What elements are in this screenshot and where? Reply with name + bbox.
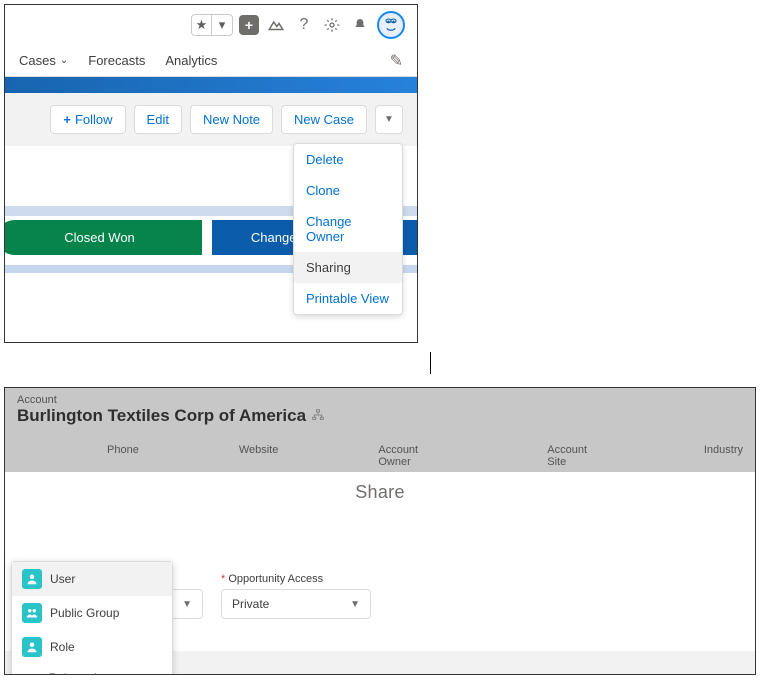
menu-sharing[interactable]: Sharing [294, 252, 402, 283]
object-nav: Cases ⌄ Forecasts Analytics ✎ [5, 45, 417, 77]
object-type-label: Account [17, 394, 743, 406]
share-form: User Public Group Role Role and Subordin… [5, 573, 755, 629]
screenshot-share-modal: Account Burlington Textiles Corp of Amer… [4, 387, 756, 675]
record-name-text: Burlington Textiles Corp of America [17, 406, 306, 426]
record-actions: Follow Edit New Note New Case ▼ Delete C… [5, 93, 417, 146]
entity-user[interactable]: User [12, 562, 172, 596]
entity-role-sub[interactable]: Role and Subordinates [12, 664, 172, 675]
star-icon[interactable]: ★ [192, 15, 212, 35]
menu-change-owner[interactable]: Change Owner [294, 206, 402, 252]
hierarchy-icon[interactable] [312, 409, 324, 424]
notification-bell-icon[interactable] [349, 14, 371, 36]
screenshot-dropdown: ★ ▾ + ? Cases ⌄ Forecasts Analytics ✎ Fo… [4, 4, 418, 343]
nav-forecasts[interactable]: Forecasts [88, 53, 145, 68]
follow-button[interactable]: Follow [50, 105, 125, 134]
global-header: ★ ▾ + ? [5, 5, 417, 45]
nav-cases[interactable]: Cases ⌄ [19, 53, 68, 68]
chevron-down-icon: ⌄ [60, 55, 68, 66]
brand-band [5, 77, 417, 93]
field-industry: Industry [704, 444, 743, 468]
chevron-down-icon: ▼ [350, 599, 360, 610]
record-header: Account Burlington Textiles Corp of Amer… [5, 388, 755, 472]
text-cursor [430, 352, 431, 374]
nav-analytics-label: Analytics [165, 53, 217, 68]
stage-closed-won[interactable]: Closed Won [4, 220, 202, 255]
opp-access-value: Private [232, 597, 269, 611]
user-avatar[interactable] [377, 11, 405, 39]
global-add-icon[interactable]: + [239, 15, 259, 35]
modal-title: Share [5, 472, 755, 519]
entity-rolesub-label: Role and Subordinates [49, 671, 162, 675]
more-actions-button[interactable]: ▼ [375, 105, 403, 134]
field-website: Website [239, 444, 279, 468]
new-case-button[interactable]: New Case [281, 105, 367, 134]
entity-user-label: User [50, 572, 75, 586]
favorites-split[interactable]: ★ ▾ [191, 14, 233, 36]
share-modal: Share User Public Group Role Role and S [5, 472, 755, 675]
field-site: Account Site [547, 444, 604, 468]
entity-public-group[interactable]: Public Group [12, 596, 172, 630]
chevron-down-icon: ▼ [182, 599, 192, 610]
group-icon [22, 603, 42, 623]
setup-gear-icon[interactable] [321, 14, 343, 36]
entity-role-label: Role [50, 640, 75, 654]
opp-access-picklist[interactable]: Private ▼ [221, 589, 371, 619]
opp-access-col: Opportunity Access Private ▼ [221, 573, 371, 619]
trailhead-icon[interactable] [265, 14, 287, 36]
access-row: x ▼ Case Access Private ▼ Opportunity Ac… [153, 573, 737, 619]
field-owner: Account Owner [378, 444, 447, 468]
record-name: Burlington Textiles Corp of America [17, 406, 743, 426]
compact-layout-fields: Phone Website Account Owner Account Site… [17, 426, 743, 468]
more-actions-menu: Delete Clone Change Owner Sharing Printa… [293, 143, 403, 315]
help-icon[interactable]: ? [293, 14, 315, 36]
entity-role[interactable]: Role [12, 630, 172, 664]
menu-clone[interactable]: Clone [294, 175, 402, 206]
field-phone: Phone [107, 444, 139, 468]
opp-access-label: Opportunity Access [221, 573, 371, 585]
menu-delete[interactable]: Delete [294, 144, 402, 175]
nav-analytics[interactable]: Analytics [165, 53, 217, 68]
entity-group-label: Public Group [50, 606, 119, 620]
user-icon [22, 569, 42, 589]
entity-type-dropdown: User Public Group Role Role and Subordin… [11, 561, 173, 675]
nav-forecasts-label: Forecasts [88, 53, 145, 68]
menu-printable-view[interactable]: Printable View [294, 283, 402, 314]
new-note-button[interactable]: New Note [190, 105, 273, 134]
chevron-down-icon[interactable]: ▾ [212, 15, 232, 35]
nav-cases-label: Cases [19, 53, 56, 68]
role-icon [22, 637, 42, 657]
edit-button[interactable]: Edit [134, 105, 182, 134]
edit-nav-icon[interactable]: ✎ [390, 51, 403, 71]
